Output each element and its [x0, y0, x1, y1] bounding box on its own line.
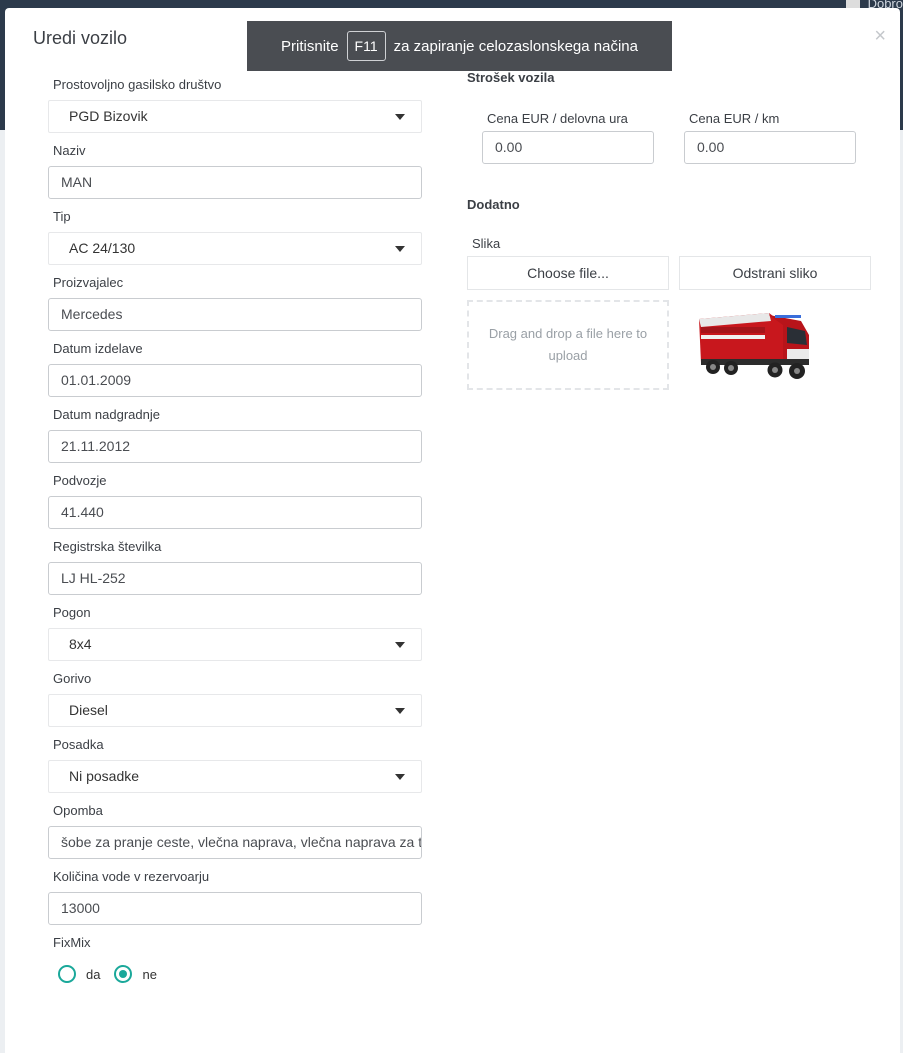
- cena-km-input[interactable]: 0.00: [684, 131, 856, 164]
- field-label: Posadka: [53, 737, 104, 752]
- select-value: Diesel: [69, 702, 108, 718]
- field-label: Proizvajalec: [53, 275, 124, 290]
- field-label: Gorivo: [53, 671, 92, 686]
- radio-ne[interactable]: ne: [114, 965, 157, 983]
- field-label: Tip: [53, 209, 71, 224]
- image-drop-row: Drag and drop a file here to upload: [467, 300, 877, 390]
- toast-prefix: Pritisnite: [281, 37, 339, 55]
- caret-down-icon: [395, 708, 405, 714]
- field-label: Datum izdelave: [53, 341, 143, 356]
- caret-down-icon: [395, 114, 405, 120]
- cost-row: Cena EUR / delovna ura 0.00 Cena EUR / k…: [467, 111, 877, 164]
- field-label: Cena EUR / km: [689, 111, 780, 126]
- tip-select[interactable]: AC 24/130: [48, 232, 422, 265]
- file-drop-zone[interactable]: Drag and drop a file here to upload: [467, 300, 669, 390]
- select-value: PGD Bizovik: [69, 108, 148, 124]
- radio-label: da: [86, 966, 101, 982]
- field-label: Cena EUR / delovna ura: [487, 111, 628, 126]
- registrska-input[interactable]: LJ HL-252: [48, 562, 422, 595]
- radio-label: ne: [142, 966, 157, 982]
- field-fixmix: FixMix da ne: [48, 934, 422, 983]
- datum-nadgradnje-input[interactable]: 21.11.2012: [48, 430, 422, 463]
- field-label: Prostovoljno gasilsko društvo: [53, 77, 222, 92]
- select-value: AC 24/130: [69, 240, 136, 256]
- toast-key: F11: [346, 31, 386, 61]
- field-label: FixMix: [53, 935, 91, 950]
- field-gorivo: Gorivo Diesel: [48, 670, 422, 727]
- gorivo-select[interactable]: Diesel: [48, 694, 422, 727]
- field-label: Registrska številka: [53, 539, 162, 554]
- kolicina-vode-input[interactable]: 13000: [48, 892, 422, 925]
- field-kolicina-vode: Količina vode v rezervoarju 13000: [48, 868, 422, 925]
- naziv-input[interactable]: MAN: [48, 166, 422, 199]
- field-tip: Tip AC 24/130: [48, 208, 422, 265]
- close-icon[interactable]: ×: [874, 26, 886, 46]
- fullscreen-toast: Pritisnite F11 za zapiranje celozaslonsk…: [247, 21, 672, 71]
- vehicle-form-right: Strošek vozila Cena EUR / delovna ura 0.…: [467, 70, 877, 390]
- field-label: Količina vode v rezervoarju: [53, 869, 210, 884]
- caret-down-icon: [395, 774, 405, 780]
- image-button-row: Choose file... Odstrani sliko: [467, 256, 877, 290]
- field-label: Podvozje: [53, 473, 107, 488]
- proizvajalec-input[interactable]: Mercedes: [48, 298, 422, 331]
- modal-title: Uredi vozilo: [33, 28, 128, 48]
- edit-vehicle-modal: Uredi vozilo × Prostovoljno gasilsko dru…: [5, 8, 900, 1053]
- fire-truck-image: [699, 313, 809, 379]
- vehicle-form-left: Prostovoljno gasilsko društvo PGD Bizovi…: [48, 76, 422, 983]
- radio-checked-icon[interactable]: [114, 965, 133, 983]
- radio-circle-icon[interactable]: [58, 965, 76, 983]
- podvozje-input[interactable]: 41.440: [48, 496, 422, 529]
- field-drustvo: Prostovoljno gasilsko društvo PGD Bizovi…: [48, 76, 422, 133]
- field-cena-km: Cena EUR / km 0.00: [684, 111, 856, 164]
- slika-label: Slika: [472, 236, 501, 251]
- fixmix-radio-group: da ne: [48, 965, 422, 983]
- field-label: Opomba: [53, 803, 103, 818]
- posadka-select[interactable]: Ni posadke: [48, 760, 422, 793]
- field-proizvajalec: Proizvajalec Mercedes: [48, 274, 422, 331]
- field-label: Pogon: [53, 605, 91, 620]
- select-value: Ni posadke: [69, 768, 140, 784]
- radio-da[interactable]: da: [58, 965, 100, 983]
- caret-down-icon: [395, 246, 405, 252]
- field-naziv: Naziv MAN: [48, 142, 422, 199]
- section-title-dodatno: Dodatno: [467, 197, 520, 212]
- choose-file-button[interactable]: Choose file...: [467, 256, 669, 290]
- cena-ura-input[interactable]: 0.00: [482, 131, 654, 164]
- field-cena-ura: Cena EUR / delovna ura 0.00: [482, 111, 654, 164]
- datum-izdelave-input[interactable]: 01.01.2009: [48, 364, 422, 397]
- drustvo-select[interactable]: PGD Bizovik: [48, 100, 422, 133]
- field-label: Datum nadgradnje: [53, 407, 160, 422]
- caret-down-icon: [395, 642, 405, 648]
- pogon-select[interactable]: 8x4: [48, 628, 422, 661]
- field-datum-nadgradnje: Datum nadgradnje 21.11.2012: [48, 406, 422, 463]
- select-value: 8x4: [69, 636, 92, 652]
- field-registrska: Registrska številka LJ HL-252: [48, 538, 422, 595]
- remove-image-button[interactable]: Odstrani sliko: [679, 256, 871, 290]
- field-opomba: Opomba šobe za pranje ceste, vlečna napr…: [48, 802, 422, 859]
- field-pogon: Pogon 8x4: [48, 604, 422, 661]
- field-posadka: Posadka Ni posadke: [48, 736, 422, 793]
- opomba-input[interactable]: šobe za pranje ceste, vlečna naprava, vl…: [48, 826, 422, 859]
- field-datum-izdelave: Datum izdelave 01.01.2009: [48, 340, 422, 397]
- section-title-strosek: Strošek vozila: [467, 70, 555, 85]
- field-podvozje: Podvozje 41.440: [48, 472, 422, 529]
- field-label: Naziv: [53, 143, 86, 158]
- toast-suffix: za zapiranje celozaslonskega načina: [393, 37, 638, 55]
